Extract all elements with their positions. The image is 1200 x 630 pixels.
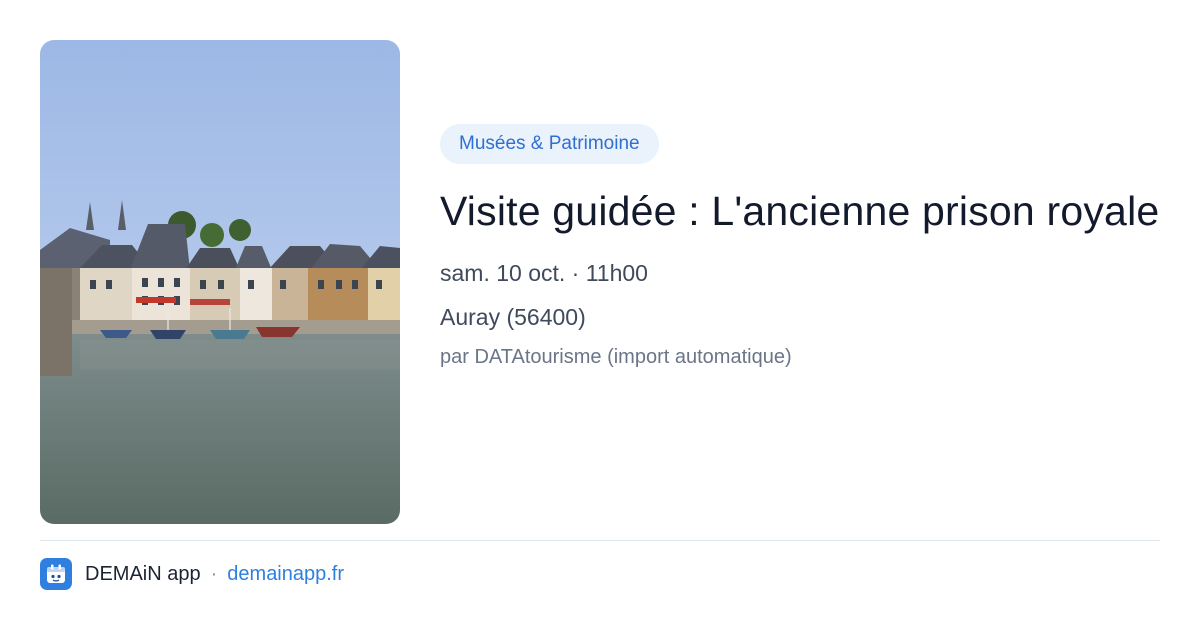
- footer-divider: [40, 540, 1160, 541]
- calendar-app-icon: [40, 558, 72, 590]
- event-date: sam. 10 oct. · 11h00: [440, 260, 648, 286]
- event-place: Auray (56400): [440, 304, 586, 330]
- app-name: DEMAiN app: [85, 562, 201, 585]
- event-title: Visite guidée : L'ancienne prison royale: [440, 188, 1160, 234]
- footer-separator: ·: [210, 562, 218, 585]
- category-badge[interactable]: Musées & Patrimoine: [440, 124, 659, 164]
- event-source: par DATAtourisme (import automatique): [440, 346, 792, 368]
- event-photo: [40, 40, 400, 524]
- app-website-link[interactable]: demainapp.fr: [227, 563, 344, 586]
- event-info: Musées & Patrimoine Visite guidée : L'an…: [440, 124, 1160, 370]
- footer: DEMAiN app · demainapp.fr: [40, 558, 344, 590]
